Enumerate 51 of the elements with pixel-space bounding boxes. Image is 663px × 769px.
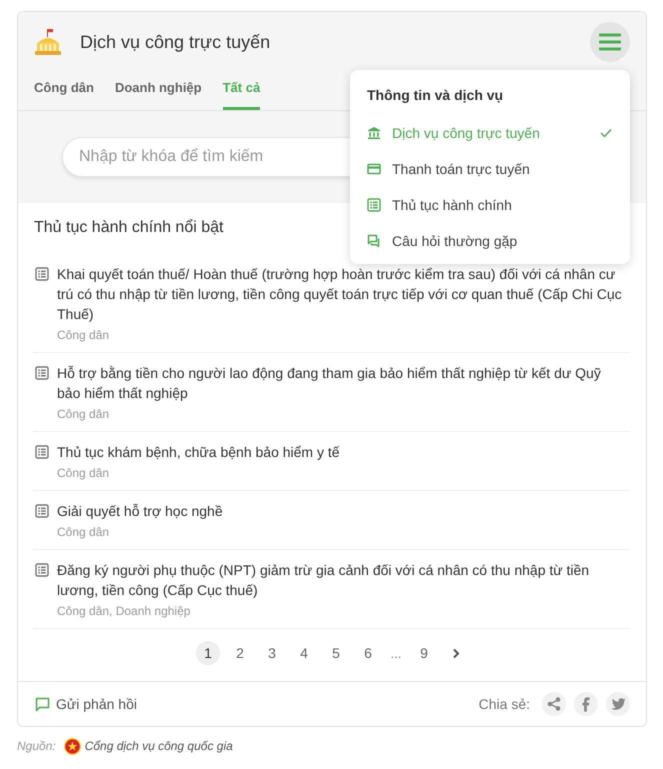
source-label: Nguồn: <box>17 739 56 753</box>
list-icon <box>35 267 49 281</box>
page-button[interactable]: 9 <box>412 641 436 665</box>
card-icon <box>367 162 381 176</box>
menu-title: Thông tin và dịch vụ <box>366 86 504 105</box>
page-button[interactable]: 3 <box>260 641 284 665</box>
bird-icon <box>610 698 626 710</box>
menu-item[interactable]: Câu hỏi thường gặp <box>350 223 630 259</box>
bank-icon <box>367 126 381 140</box>
procedure-link[interactable]: Thủ tục khám bệnh, chữa bệnh bảo hiểm y tế <box>57 442 625 462</box>
page-button[interactable]: 1 <box>196 641 220 665</box>
source-link[interactable]: Cổng dịch vụ công quốc gia <box>84 739 233 753</box>
share-button[interactable] <box>574 692 598 716</box>
menu-item[interactable]: Thủ tục hành chính <box>350 187 630 223</box>
list-icon <box>35 445 49 459</box>
chat-icon <box>35 696 50 712</box>
menu-icon <box>599 33 621 51</box>
page-button[interactable]: 6 <box>356 641 380 665</box>
feedback-link[interactable]: Gửi phản hồi <box>35 696 137 712</box>
share-label: Chia sẻ: <box>478 696 530 712</box>
list-icon <box>367 198 381 212</box>
chat-icon <box>367 234 381 248</box>
building-icon <box>33 28 63 56</box>
procedure-link[interactable]: Khai quyết toán thuế/ Hoàn thuế (trường hợp hoàn trước kiểm tra sau) đối với cá nhân cư trú có thu nhập từ tiền lương, tiền công quyết toán trực tiếp với cơ quan thuế (Cấp Chi Cục Thuế) <box>57 264 625 324</box>
emblem-icon <box>64 738 81 754</box>
tab[interactable]: Công dân <box>34 72 94 110</box>
tab[interactable]: Doanh nghiệp <box>114 72 202 110</box>
page-button[interactable]: 5 <box>324 641 348 665</box>
category-label: Công dân <box>57 406 110 423</box>
menu-button[interactable] <box>590 22 630 62</box>
share-button[interactable] <box>606 692 630 716</box>
category-label: Công dân <box>57 524 110 541</box>
facebook-icon <box>582 696 590 712</box>
app-title: Dịch vụ công trực tuyến <box>80 32 270 52</box>
category-label: Công dân <box>57 465 110 482</box>
check-icon <box>600 128 612 138</box>
procedure-link[interactable]: Giải quyết hỗ trợ học nghề <box>57 501 625 521</box>
list-icon <box>35 366 49 380</box>
ellipsis-label: ... <box>390 646 402 660</box>
category-label: Công dân <box>57 327 110 344</box>
procedure-link[interactable]: Đăng ký người phụ thuộc (NPT) giảm trừ gia cảnh đối với cá nhân có thu nhập từ tiền lương, tiền công (Cấp Cục thuế) <box>57 560 625 600</box>
chevron-right-icon <box>452 648 460 658</box>
category-label: Công dân, Doanh nghiệp <box>57 603 192 620</box>
page-button[interactable]: 4 <box>292 641 316 665</box>
list-icon <box>35 563 49 577</box>
page-button[interactable]: 2 <box>228 641 252 665</box>
section-title: Thủ tục hành chính nổi bật <box>33 219 224 237</box>
share-button[interactable] <box>542 692 566 716</box>
share-icon <box>547 697 561 711</box>
procedure-link[interactable]: Hỗ trợ bằng tiền cho người lao động đang tham gia bảo hiểm thất nghiệp từ kết dư Quỹ bảo hiểm thất nghiệp <box>57 363 625 403</box>
list-icon <box>35 504 49 518</box>
